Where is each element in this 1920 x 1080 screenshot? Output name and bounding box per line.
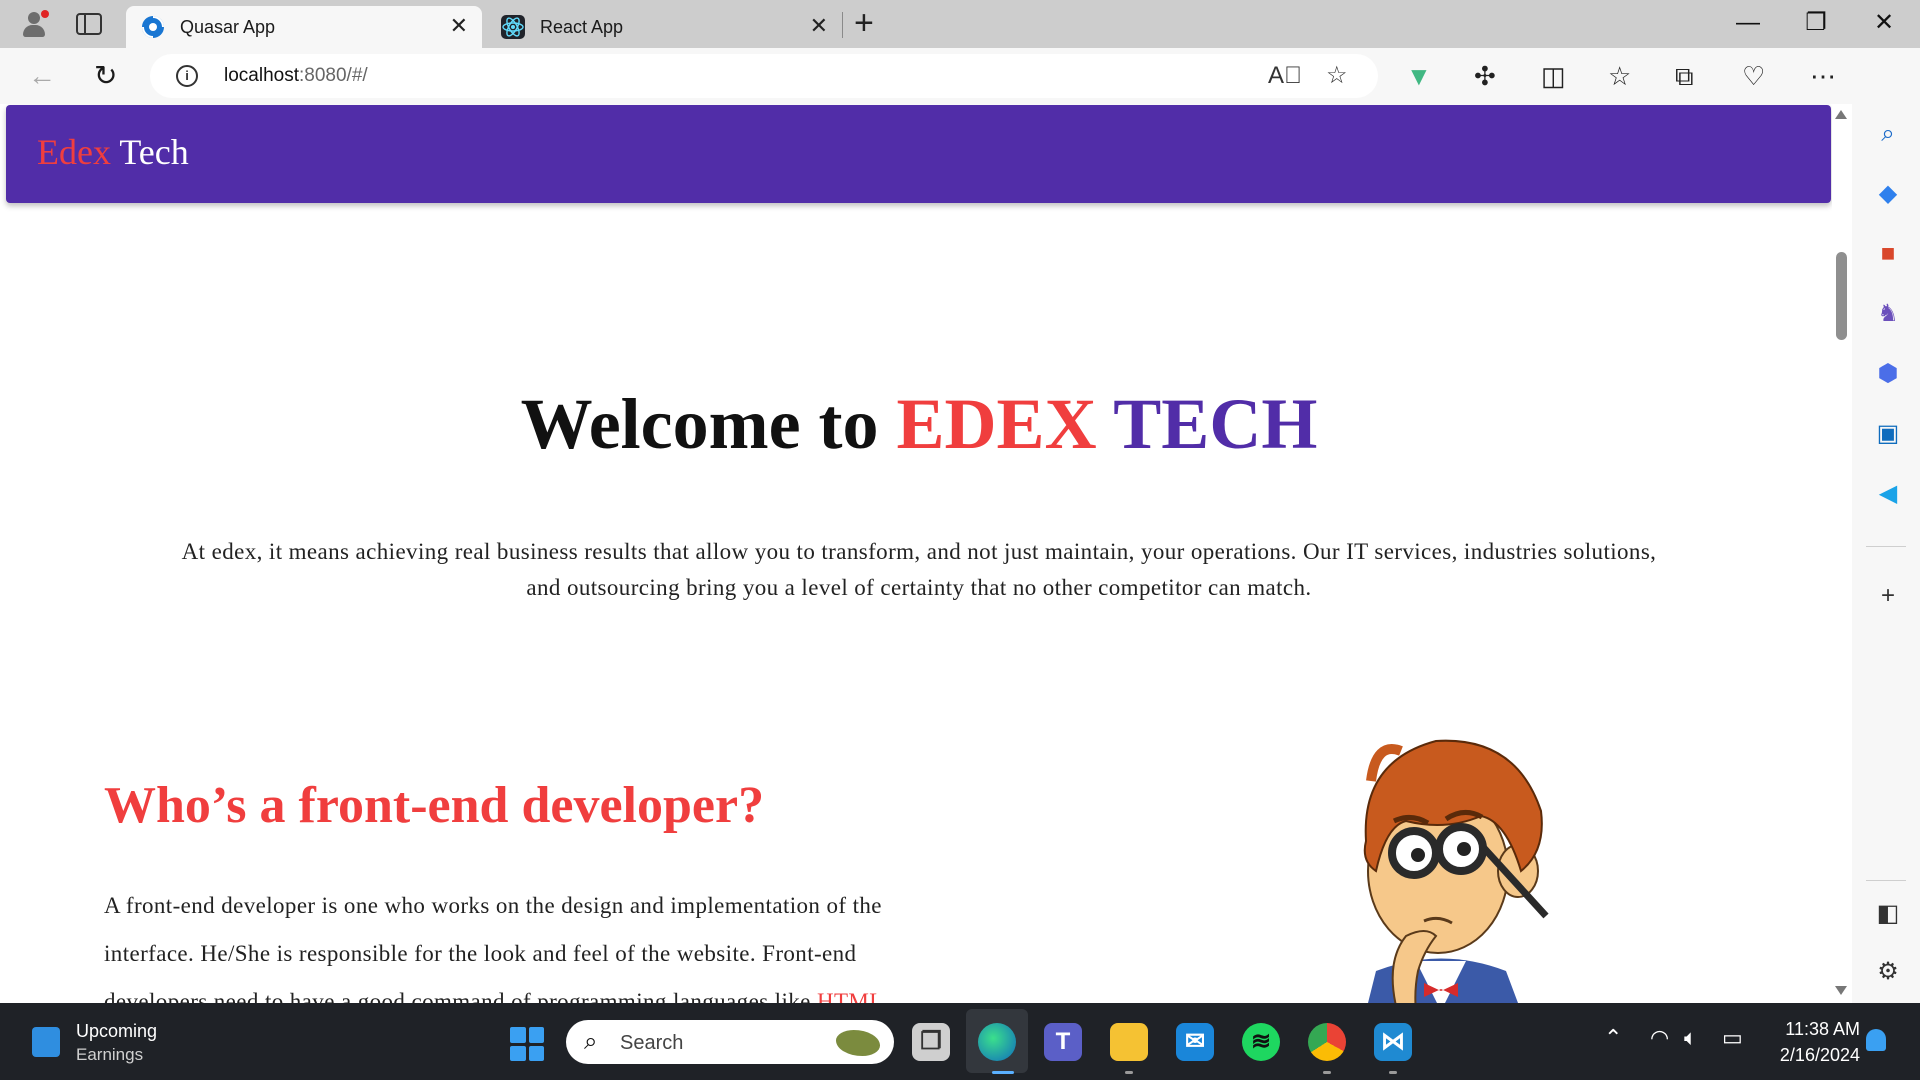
tab-title: Quasar App (180, 17, 276, 37)
section-title: Who’s a front-end developer? (104, 777, 765, 834)
vscode-icon[interactable]: ⋈ (1374, 1023, 1412, 1061)
tab-react-app[interactable]: React App ✕ (486, 6, 842, 48)
app-header: Edex Tech (6, 105, 1831, 203)
favorite-star-icon[interactable]: ☆ (1326, 63, 1348, 89)
favorites-icon[interactable]: ☆ (1608, 62, 1631, 90)
widget-subtitle[interactable]: Earnings (76, 1045, 143, 1065)
search-label: Search (620, 1032, 684, 1054)
hero-title: Welcome to EDEX TECH (520, 384, 1318, 464)
clock-date[interactable]: 2/16/2024 (1768, 1045, 1860, 1066)
edge-sidebar: ⌕ ◆ ■ ♞ ⬢ ▣ ◀ + ◧ ⚙ (1852, 48, 1920, 1003)
running-indicator (1389, 1071, 1397, 1074)
new-tab-button[interactable]: + (854, 4, 874, 42)
close-window-button[interactable]: ✕ (1864, 8, 1904, 38)
teams-icon[interactable]: T (1044, 1023, 1082, 1061)
running-indicator (1323, 1071, 1331, 1074)
profile-icon[interactable] (16, 8, 52, 40)
sidebar-divider (1866, 546, 1906, 547)
site-info-icon[interactable]: i (176, 65, 198, 87)
sidebar-divider (1866, 880, 1906, 881)
browser-tab-bar: Quasar App ✕ React App ✕ + — ❐ ✕ (0, 0, 1920, 48)
shopping-tag-icon[interactable]: ◆ (1874, 180, 1902, 208)
widget-title[interactable]: Upcoming (76, 1021, 157, 1042)
refresh-icon[interactable]: ↻ (94, 62, 117, 90)
games-icon[interactable]: ♞ (1874, 300, 1902, 328)
tab-actions-icon[interactable] (76, 13, 102, 35)
mail-icon[interactable]: ✉ (1176, 1023, 1214, 1061)
task-view-icon[interactable]: ❐ (912, 1023, 950, 1061)
more-menu-icon[interactable]: ⋯ (1810, 62, 1836, 90)
back-icon[interactable]: ← (28, 62, 56, 90)
quasar-icon (141, 15, 165, 39)
read-aloud-icon[interactable]: A᪲ (1268, 63, 1302, 89)
edge-icon[interactable] (978, 1023, 1016, 1061)
vue-devtools-icon[interactable]: ▼ (1406, 62, 1432, 90)
thinking-developer-illustration (1363, 739, 1549, 1003)
wifi-icon[interactable]: ◠ (1650, 1025, 1669, 1051)
file-explorer-icon[interactable] (1110, 1023, 1148, 1061)
battery-icon[interactable]: ▭ (1722, 1025, 1743, 1051)
tab-title: React App (540, 17, 624, 37)
add-sidebar-app-icon[interactable]: + (1874, 582, 1902, 610)
address-toolbar: ← ↻ i localhost:8080/#/ A᪲ ☆ (0, 48, 1920, 104)
drop-send-icon[interactable]: ◀ (1874, 480, 1902, 508)
scrollbar-thumb[interactable] (1836, 252, 1847, 340)
microsoft365-icon[interactable]: ⬢ (1874, 360, 1902, 388)
collections-icon[interactable]: ⧉ (1675, 62, 1694, 90)
search-highlight-image (836, 1030, 880, 1056)
notification-bell-icon[interactable] (1866, 1029, 1886, 1051)
stock-chart-icon[interactable] (32, 1027, 60, 1057)
running-indicator (1125, 1071, 1133, 1074)
scroll-up-arrow[interactable] (1835, 110, 1847, 119)
clock-time[interactable]: 11:38 AM (1768, 1019, 1860, 1040)
page-scrollbar[interactable] (1832, 104, 1852, 1003)
start-button[interactable] (510, 1027, 544, 1061)
tab-quasar-app[interactable]: Quasar App ✕ (126, 6, 482, 48)
browser-essentials-icon[interactable]: ♡ (1742, 62, 1765, 90)
tools-briefcase-icon[interactable]: ■ (1874, 240, 1902, 268)
restore-button[interactable]: ❐ (1796, 8, 1836, 38)
windows-taskbar: Upcoming Earnings ⌕ Search ❐ T ✉ ≋ ⋈ ⌃ ◠… (0, 1003, 1920, 1080)
address-bar[interactable]: i localhost:8080/#/ A᪲ ☆ (150, 54, 1378, 98)
brand-logo[interactable]: Edex Tech (37, 131, 189, 173)
scroll-down-arrow[interactable] (1835, 986, 1847, 995)
page-viewport: Edex Tech Welcome to EDEX TECH At edex, … (0, 104, 1832, 1003)
minimize-button[interactable]: — (1728, 8, 1768, 38)
section-description: A front-end developer is one who works o… (104, 882, 964, 1003)
tab-divider (842, 12, 843, 38)
tab-close-icon[interactable]: ✕ (450, 14, 468, 38)
volume-icon[interactable]: 🔈︎ (1684, 1025, 1697, 1051)
sidebar-settings-icon[interactable]: ⚙ (1874, 958, 1902, 986)
search-icon: ⌕ (584, 1028, 598, 1055)
running-indicator (992, 1071, 1014, 1074)
spotify-icon[interactable]: ≋ (1242, 1023, 1280, 1061)
tab-close-icon[interactable]: ✕ (810, 14, 828, 38)
hide-sidebar-icon[interactable]: ◧ (1874, 900, 1902, 928)
url-text[interactable]: localhost:8080/#/ (224, 65, 368, 87)
chrome-icon[interactable] (1308, 1023, 1346, 1061)
hero-description: At edex, it means achieving real busines… (181, 539, 1657, 600)
taskbar-search[interactable]: ⌕ Search (566, 1020, 894, 1064)
html-highlight: HTML, (816, 989, 890, 1003)
search-icon[interactable]: ⌕ (1874, 120, 1902, 148)
react-icon (501, 15, 525, 39)
outlook-icon[interactable]: ▣ (1874, 420, 1902, 448)
show-hidden-icons-chevron-icon[interactable]: ⌃ (1604, 1025, 1622, 1051)
extensions-icon[interactable]: ✣ (1474, 62, 1496, 90)
split-screen-icon[interactable]: ◫ (1541, 62, 1566, 90)
